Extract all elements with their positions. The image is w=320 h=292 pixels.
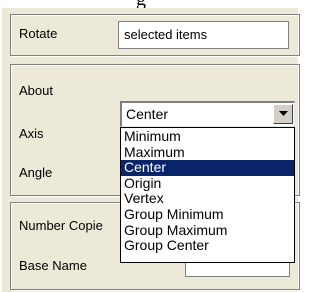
chevron-down-icon [279,111,288,116]
option-center[interactable]: Center [121,160,294,176]
about-combobox[interactable]: Center [120,101,295,127]
base-name-label: Base Name [19,258,87,273]
number-copies-label: Number Copie [19,218,103,233]
option-maximum[interactable]: Maximum [121,144,294,161]
option-vertex[interactable]: Vertex [121,191,294,207]
axis-label: Axis [19,126,44,141]
option-group-maximum[interactable]: Group Maximum [121,222,294,239]
about-selected-value: Center [126,106,169,122]
rotate-label: Rotate [19,26,58,41]
rotate-target-field[interactable]: selected items [118,21,289,49]
option-group-center[interactable]: Group Center [121,238,294,254]
angle-label: Angle [19,165,53,180]
about-label: About [19,83,53,98]
option-group-minimum[interactable]: Group Minimum [121,206,294,223]
about-dropdown-button[interactable] [273,104,293,124]
option-origin[interactable]: Origin [121,175,294,192]
about-dropdown-list[interactable]: Minimum Maximum Center Origin Vertex Gro… [120,127,295,263]
option-minimum[interactable]: Minimum [121,128,294,145]
